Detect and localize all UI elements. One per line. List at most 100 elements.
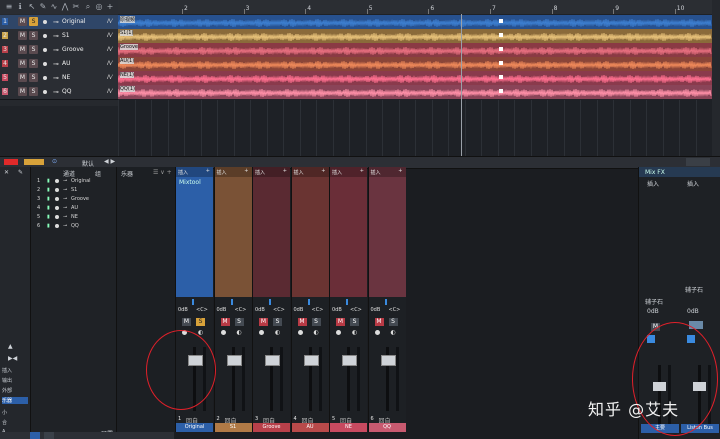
zoom-tool-icon[interactable]: ⌕ [83, 2, 93, 12]
monitor-icon[interactable]: ◐ [237, 329, 242, 336]
pan-readout[interactable]: <C> [235, 307, 247, 313]
automation-icon[interactable]: Λ⁄ [107, 46, 112, 53]
track-row[interactable]: 3 M S ⊸ Groove Λ⁄ [0, 43, 118, 58]
track-record-icon[interactable] [43, 62, 47, 66]
main-bus-insert[interactable]: 插入 [647, 179, 659, 188]
channel-visible-icon[interactable]: ▮ [47, 205, 50, 211]
track-solo-button[interactable]: S [29, 59, 38, 68]
monitor-icon[interactable]: ◐ [314, 329, 319, 336]
track-row[interactable]: 2 M S ⊸ S1 Λ⁄ [0, 29, 118, 44]
track-monitor-icon[interactable]: ⊸ [53, 18, 59, 26]
channel-list-header[interactable]: 通道 [63, 169, 75, 178]
channel-name[interactable]: NE [330, 423, 367, 432]
insert-slot-area[interactable] [216, 177, 251, 295]
track-monitor-icon[interactable]: ⊸ [53, 88, 59, 96]
side-instrument[interactable]: 乐器 [2, 397, 28, 404]
channel-mon-icon[interactable]: ⊸ [63, 214, 67, 220]
channel-list-item[interactable]: 2 ▮ ⊸ S1 [33, 187, 115, 195]
add-track-icon[interactable]: ≡ [4, 2, 14, 12]
send-level-indicator[interactable] [269, 299, 271, 305]
insert-label[interactable]: 插入 [178, 169, 188, 176]
record-arm-icon[interactable] [259, 330, 264, 335]
track-solo-button[interactable]: S [29, 17, 38, 26]
channel-dot-icon[interactable] [55, 224, 59, 228]
channel-dot-icon[interactable] [55, 188, 59, 192]
track-name[interactable]: QQ [62, 88, 71, 95]
instrument-header[interactable]: 乐器 [121, 169, 133, 178]
bend-tool-icon[interactable]: ⋀ [60, 2, 70, 12]
channel-name[interactable]: AU [291, 423, 329, 432]
insert-label[interactable]: 插入 [332, 169, 342, 176]
automation-icon[interactable]: Λ⁄ [107, 32, 112, 39]
main-bus-send[interactable]: 辅子石 [645, 297, 663, 306]
track-row[interactable]: 5 M S ⊸ NE Λ⁄ [0, 71, 118, 86]
gain-readout[interactable]: 0dB [178, 307, 188, 313]
insert-label[interactable]: 插入 [255, 169, 265, 176]
track-mute-button[interactable]: M [18, 17, 27, 26]
insert-slot-area[interactable] [293, 177, 328, 295]
channel-dot-icon[interactable] [55, 179, 59, 183]
snap-toggle[interactable] [24, 159, 44, 165]
channel-solo-button[interactable]: S [234, 318, 244, 326]
send-level-indicator[interactable] [307, 299, 310, 305]
inspector-icon[interactable]: ℹ [15, 2, 25, 12]
close-icon[interactable]: ✕ [4, 169, 9, 176]
side-insert[interactable]: 插入 [2, 367, 28, 374]
track-monitor-icon[interactable]: ⊸ [53, 46, 59, 54]
track-record-icon[interactable] [43, 20, 47, 24]
side-output[interactable]: 输出 [2, 377, 28, 384]
group-header[interactable]: 组 [95, 169, 101, 178]
channel-list-name[interactable]: S1 [71, 187, 77, 193]
monitor-icon[interactable]: ◐ [275, 329, 280, 336]
arrangement-view[interactable]: 原视频 S1(1) Groove AU(1) NE(1) QQ(1) [118, 14, 712, 156]
track-name[interactable]: Groove [62, 46, 84, 53]
track-row[interactable]: 4 M S ⊸ AU Λ⁄ [0, 57, 118, 72]
arrow-tool-icon[interactable]: ↖ [27, 2, 37, 12]
channel-name[interactable]: Groove [253, 423, 290, 432]
gain-readout[interactable]: 0dB [371, 307, 381, 313]
channel-name[interactable]: QQ [368, 423, 406, 432]
channel-dot-icon[interactable] [55, 215, 59, 219]
automation-icon[interactable]: Λ⁄ [107, 88, 112, 95]
automation-icon[interactable]: Λ⁄ [107, 18, 112, 25]
record-indicator-icon[interactable] [4, 159, 18, 165]
record-arm-icon[interactable] [336, 330, 341, 335]
console-tab-a[interactable] [30, 432, 40, 439]
plugin-slot[interactable]: Mixtool [179, 179, 201, 186]
volume-fader-knob[interactable] [265, 355, 280, 366]
channel-mon-icon[interactable]: ⊸ [63, 223, 67, 229]
channel-list-name[interactable]: QQ [71, 223, 79, 229]
track-row[interactable]: 1 M S ⊸ Original Λ⁄ [0, 15, 118, 30]
channel-solo-button[interactable]: S [196, 318, 205, 326]
arrangement-scrollbar[interactable] [712, 0, 720, 156]
channel-list-name[interactable]: Original [71, 178, 91, 184]
channel-mute-button[interactable]: M [182, 318, 191, 326]
listen-bus-send[interactable]: 辅子石 [685, 285, 703, 294]
side-merge[interactable]: 合 [2, 419, 28, 426]
insert-slot-area[interactable]: Mixtool [177, 177, 212, 295]
automation-icon[interactable]: Λ⁄ [107, 74, 112, 81]
volume-fader-knob[interactable] [342, 355, 357, 366]
pan-readout[interactable]: <C> [273, 307, 285, 313]
volume-fader-knob[interactable] [226, 355, 242, 366]
channel-name[interactable]: S1 [214, 423, 252, 432]
insert-add-icon[interactable]: + [283, 168, 287, 174]
gain-readout[interactable]: 0dB [332, 307, 342, 313]
channel-mute-button[interactable]: M [259, 318, 268, 326]
send-level-indicator[interactable] [384, 299, 387, 305]
track-record-icon[interactable] [43, 34, 47, 38]
wrench-icon[interactable]: ✎ [18, 169, 23, 176]
channel-mon-icon[interactable]: ⊸ [63, 205, 67, 211]
listen-bus-insert[interactable]: 插入 [687, 179, 699, 188]
track-name[interactable]: S1 [62, 32, 70, 39]
audio-event[interactable]: 原视频 [118, 15, 712, 29]
automation-icon[interactable]: Λ⁄ [107, 60, 112, 67]
audio-event[interactable]: S1(1) [118, 29, 712, 43]
channel-dot-icon[interactable] [55, 206, 59, 210]
side-small[interactable]: 小 [2, 409, 28, 416]
audio-event[interactable]: AU(1) [118, 57, 712, 71]
monitor-icon[interactable]: ◐ [352, 329, 357, 336]
channel-dot-icon[interactable] [55, 197, 59, 201]
channel-mute-button[interactable]: M [336, 318, 345, 326]
gain-readout[interactable]: 0dB [255, 307, 265, 313]
